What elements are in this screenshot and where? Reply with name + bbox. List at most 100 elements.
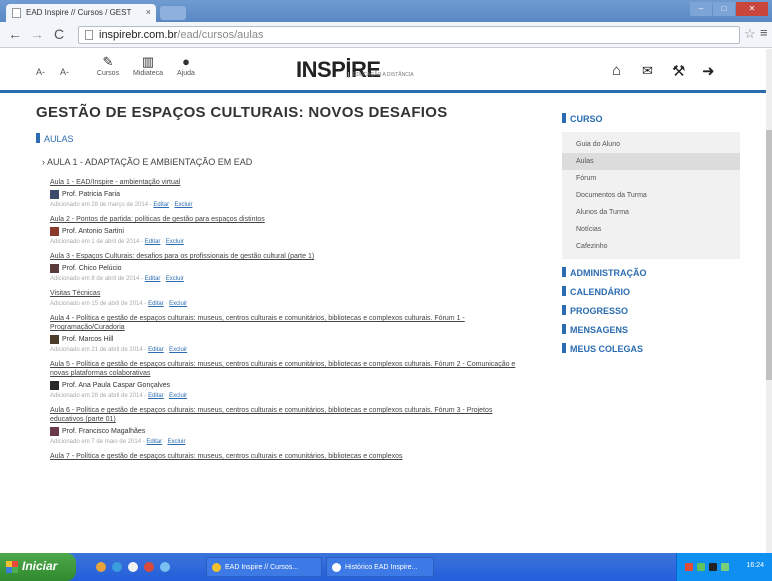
page-icon — [85, 30, 93, 40]
mail-icon[interactable]: ✉ — [642, 63, 653, 79]
window-close-icon[interactable]: ✕ — [736, 2, 768, 16]
minimize-icon[interactable]: – — [690, 2, 712, 16]
midiateca-label: Midiateca — [133, 70, 163, 77]
bookmark-star-icon[interactable]: ☆ — [744, 26, 756, 42]
library-icon: ▥ — [141, 54, 155, 69]
back-arrow-icon[interactable]: ← — [8, 26, 22, 42]
tray-volume-icon[interactable] — [721, 563, 729, 571]
task-label: EAD Inspire // Cursos... — [225, 564, 299, 571]
lesson-meta: Adicionado em 28 de abril de 2014 - Edit… — [50, 393, 188, 399]
lesson-professor: Prof. Ana Paula Caspar Gonçalves — [50, 381, 520, 390]
taskbar-item-historico[interactable]: Histórico EAD Inspire... — [326, 557, 434, 577]
font-decrease-button[interactable]: A- — [36, 67, 45, 77]
sidebar-item-guia[interactable]: Guia do Aluno — [562, 136, 740, 153]
sidebar-item-administracao[interactable]: ADMINISTRAÇÃO — [562, 264, 740, 283]
unit-title[interactable]: › AULA 1 - ADAPTAÇÃO E AMBIENTAÇÃO EM EA… — [42, 157, 252, 167]
windows-logo-icon — [6, 561, 18, 573]
tray-network-icon[interactable] — [697, 563, 705, 571]
lesson-title-link[interactable]: Aula 1 - EAD/Inspire - ambientação virtu… — [50, 178, 520, 187]
sidebar-heading-curso[interactable]: CURSO — [562, 112, 740, 126]
avatar — [50, 227, 59, 236]
scrollbar-thumb[interactable] — [766, 130, 772, 380]
section-marker-icon — [562, 267, 566, 277]
lesson-title-link[interactable]: Aula 4 - Política e gestão de espaços cu… — [50, 314, 520, 332]
edit-icon: ✎ — [102, 54, 114, 69]
cursos-link[interactable]: ✎ Cursos — [88, 54, 128, 77]
section-marker-icon — [562, 286, 566, 296]
avatar — [50, 190, 59, 199]
delete-link[interactable]: Excluir — [174, 202, 192, 208]
lesson-title-link[interactable]: Aula 3 - Espaços Culturais: desafios par… — [50, 252, 520, 261]
aulas-heading: AULAS — [36, 133, 74, 144]
sidebar-item-documentos[interactable]: Documentos da Turma — [562, 187, 740, 204]
quicklaunch-desktop-icon[interactable] — [128, 562, 138, 572]
wrench-icon[interactable]: ⚒ — [672, 62, 685, 80]
sidebar-item-calendario[interactable]: CALENDÁRIO — [562, 283, 740, 302]
edit-link[interactable]: Editar — [153, 202, 169, 208]
delete-link[interactable]: Excluir — [166, 276, 184, 282]
delete-link[interactable]: Excluir — [169, 301, 187, 307]
lesson-title-link[interactable]: Aula 2 - Pontos de partida: políticas de… — [50, 215, 520, 224]
lesson-date: Adicionado em 7 de maio de 2014 - — [50, 439, 147, 445]
professor-name: Prof. Marcos Hill — [62, 336, 114, 343]
curso-heading-label: CURSO — [570, 114, 603, 124]
sidebar-item-forum[interactable]: Fórum — [562, 170, 740, 187]
site-logo[interactable]: INSPİRE — [296, 57, 381, 83]
lesson-item: Aula 6 - Política e gestão de espaços cu… — [50, 406, 520, 445]
ajuda-link[interactable]: ● Ajuda — [166, 54, 206, 77]
midiateca-link[interactable]: ▥ Midiateca — [128, 54, 168, 77]
browser-titlebar: EAD Inspire // Cursos / GEST × – □ ✕ — [0, 0, 772, 22]
lesson-title-link[interactable]: Aula 6 - Política e gestão de espaços cu… — [50, 406, 520, 424]
section-marker-icon — [562, 343, 566, 353]
home-icon[interactable]: ⌂ — [612, 62, 621, 79]
professor-name: Prof. Chico Pelúcio — [62, 265, 122, 272]
start-button[interactable]: Iniciar — [0, 553, 76, 581]
document-icon — [332, 563, 341, 572]
sidebar-item-progresso[interactable]: PROGRESSO — [562, 302, 740, 321]
tray-antivirus-icon[interactable] — [685, 563, 693, 571]
reload-icon[interactable]: C — [54, 26, 64, 42]
edit-link[interactable]: Editar — [148, 301, 164, 307]
logout-arrow-icon[interactable]: ➜ — [702, 62, 715, 80]
forward-arrow-icon[interactable]: → — [30, 26, 44, 42]
sidebar-item-colegas[interactable]: MEUS COLEGAS — [562, 340, 740, 359]
sidebar-item-cafezinho[interactable]: Cafezinho — [562, 238, 740, 255]
tray-app-icon[interactable] — [709, 563, 717, 571]
page-title: GESTÃO DE ESPAÇOS CULTURAIS: NOVOS DESAF… — [36, 104, 448, 121]
lesson-title-link[interactable]: Aula 5 - Política e gestão de espaços cu… — [50, 360, 520, 378]
lesson-professor: Prof. Marcos Hill — [50, 335, 520, 344]
taskbar-item-ead[interactable]: EAD Inspire // Cursos... — [206, 557, 322, 577]
sidebar-item-noticias[interactable]: Notícias — [562, 221, 740, 238]
lesson-title-link[interactable]: Visitas Técnicas — [50, 289, 520, 298]
edit-link[interactable]: Editar — [146, 439, 162, 445]
section-label: MEUS COLEGAS — [570, 344, 644, 354]
delete-link[interactable]: Excluir — [169, 347, 187, 353]
lesson-professor: Prof. Francisco Magalhães — [50, 427, 520, 436]
edit-link[interactable]: Editar — [145, 276, 161, 282]
page-favicon-icon — [12, 8, 21, 18]
browser-tab[interactable]: EAD Inspire // Cursos / GEST × — [6, 4, 156, 22]
quicklaunch-media-icon[interactable] — [160, 562, 170, 572]
edit-link[interactable]: Editar — [145, 239, 161, 245]
maximize-icon[interactable]: □ — [713, 2, 735, 16]
lesson-professor: Prof. Chico Pelúcio — [50, 264, 520, 273]
edit-link[interactable]: Editar — [148, 393, 164, 399]
task-label: Histórico EAD Inspire... — [345, 564, 418, 571]
quicklaunch-chrome-icon[interactable] — [144, 562, 154, 572]
edit-link[interactable]: Editar — [148, 347, 164, 353]
delete-link[interactable]: Excluir — [169, 393, 187, 399]
sidebar-item-alunos[interactable]: Alunos da Turma — [562, 204, 740, 221]
tab-close-icon[interactable]: × — [146, 7, 151, 17]
browser-menu-icon[interactable]: ≡ — [760, 25, 768, 40]
delete-link[interactable]: Excluir — [167, 439, 185, 445]
sidebar-item-aulas[interactable]: Aulas — [562, 153, 740, 170]
quicklaunch-browser-icon[interactable] — [96, 562, 106, 572]
help-icon: ● — [182, 54, 190, 69]
sidebar-item-mensagens[interactable]: MENSAGENS — [562, 321, 740, 340]
new-tab-button[interactable] — [160, 6, 186, 20]
delete-link[interactable]: Excluir — [166, 239, 184, 245]
quicklaunch-ie-icon[interactable] — [112, 562, 122, 572]
lesson-title-link[interactable]: Aula 7 - Política e gestão de espaços cu… — [50, 452, 520, 461]
address-bar[interactable]: inspirebr.com.br/ead/cursos/aulas — [78, 26, 740, 44]
font-increase-button[interactable]: A- — [60, 67, 69, 77]
